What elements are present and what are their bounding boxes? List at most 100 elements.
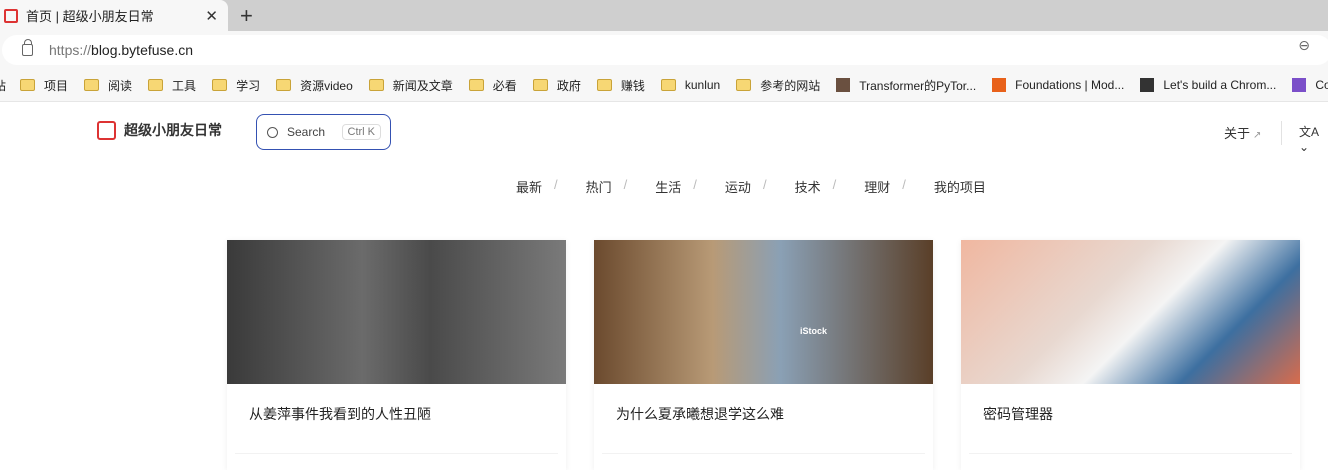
bookmark-label: kunlun (684, 78, 721, 92)
folder-icon (84, 79, 100, 91)
nav-item[interactable]: 运动 (725, 177, 751, 196)
bookmark-overflow[interactable]: 站 (0, 77, 6, 94)
bookmark-item[interactable]: 参考的网站 (736, 77, 820, 94)
post-title[interactable]: 从姜萍事件我看到的人性丑陋 (249, 404, 431, 424)
site-favicon-icon (4, 8, 18, 23)
post-cover-image[interactable] (961, 240, 1300, 384)
bookmark-item[interactable]: 资源video (276, 77, 353, 94)
bookmark-label: 工具 (172, 78, 197, 93)
tab-title: 首页 | 超级小朋友日常 (26, 9, 154, 24)
external-link-icon: ↗ (1253, 130, 1262, 141)
bookmark-item[interactable]: 项目 (20, 77, 68, 94)
folder-icon (276, 79, 292, 91)
bookmark-favicon-icon (1292, 78, 1307, 92)
bookmark-label: 政府 (556, 78, 581, 93)
post-card[interactable]: 从姜萍事件我看到的人性丑陋 (227, 240, 566, 470)
folder-icon (660, 79, 676, 91)
nav-item[interactable]: 理财 (864, 177, 890, 196)
url-host: blog.bytefuse.cn (91, 42, 193, 58)
folder-icon (468, 79, 484, 91)
nav-separator: / (554, 177, 558, 192)
nav-separator: / (762, 177, 767, 192)
active-tab[interactable]: 首页 | 超级小朋友日常 ✕ (0, 0, 228, 31)
post-cover-image[interactable]: iStock (594, 240, 933, 384)
address-bar: https://blog.bytefuse.cn ⊖ (0, 31, 1328, 69)
bookmark-label: Transformer的PyTor... (859, 78, 977, 93)
tab-bar: 首页 | 超级小朋友日常 ✕ + (0, 0, 1328, 31)
url-text[interactable]: https://blog.bytefuse.cn (49, 42, 193, 58)
about-link[interactable]: 关于 ↗ (1224, 123, 1261, 142)
url-input[interactable]: https://blog.bytefuse.cn (2, 35, 1328, 65)
bookmark-favicon-icon (992, 78, 1007, 92)
folder-icon (20, 79, 36, 91)
nav-item[interactable]: 热门 (586, 177, 612, 196)
bookmark-item[interactable]: 工具 (148, 77, 196, 94)
nav-item[interactable]: 技术 (795, 177, 821, 196)
zoom-icon[interactable]: ⊖ (1298, 37, 1310, 54)
nav-separator: / (832, 177, 837, 192)
logo-icon (97, 120, 116, 140)
post-card[interactable]: iStock 为什么夏承曦想退学这么难 (594, 240, 933, 470)
bookmark-label: 项目 (44, 78, 69, 93)
bookmark-item[interactable]: 阅读 (84, 77, 132, 94)
url-scheme: https:// (49, 42, 92, 58)
bookmark-item[interactable]: 赚钱 (596, 77, 645, 94)
bookmark-item[interactable]: 必看 (468, 77, 517, 94)
bookmark-label: 新闻及文章 (392, 78, 453, 93)
post-cover-image[interactable] (227, 240, 566, 384)
bookmark-favicon-icon (836, 78, 851, 92)
bookmark-label: 赚钱 (620, 78, 645, 93)
site-header: 超级小朋友日常 Search Ctrl K 关于 ↗ 文A ⌄ (0, 103, 1328, 163)
nav-separator: / (902, 177, 906, 192)
folder-icon (736, 79, 752, 91)
close-tab-icon[interactable]: ✕ (205, 7, 218, 25)
bookmarks-bar: 站 项目 阅读 工具 学习 资源video 新闻及文章 必看 政府 赚钱 kunlun 参考的网站 Tr… (0, 69, 1328, 102)
bookmark-label: Let's build a Chrom... (1163, 78, 1277, 92)
category-nav: 最新 / 热门 / 生活 / 运动 / 技术 / 理财 / 我的项目 (516, 177, 998, 196)
bookmark-label: 必看 (492, 78, 517, 93)
image-watermark: iStock (800, 326, 828, 336)
bookmark-item[interactable]: 学习 (212, 77, 260, 94)
nav-item[interactable]: 最新 (516, 177, 542, 196)
bookmark-label: 参考的网站 (760, 78, 821, 93)
post-title[interactable]: 为什么夏承曦想退学这么难 (616, 404, 784, 424)
bookmark-item[interactable]: Co (1292, 78, 1328, 92)
bookmark-item[interactable]: Let's build a Chrom... (1140, 78, 1276, 92)
site-logo[interactable]: 超级小朋友日常 (97, 120, 222, 140)
lock-icon[interactable] (22, 39, 33, 56)
nav-item[interactable]: 我的项目 (934, 177, 986, 196)
folder-icon (148, 79, 164, 91)
nav-separator: / (623, 177, 628, 192)
bookmark-label: 阅读 (108, 78, 133, 93)
about-label: 关于 (1224, 126, 1251, 141)
divider (1281, 121, 1282, 145)
divider (235, 453, 558, 454)
language-switcher-icon[interactable]: 文A ⌄ (1299, 123, 1328, 154)
site-title: 超级小朋友日常 (124, 122, 222, 138)
search-label: Search (287, 125, 326, 139)
divider (969, 453, 1292, 454)
folder-icon (596, 79, 612, 91)
new-tab-button[interactable]: + (240, 3, 253, 29)
search-icon (267, 126, 278, 138)
bookmark-label: Foundations | Mod... (1015, 78, 1125, 92)
post-card[interactable]: 密码管理器 (961, 240, 1300, 470)
nav-separator: / (693, 177, 697, 192)
folder-icon (532, 79, 548, 91)
bookmark-item[interactable]: Foundations | Mod... (992, 78, 1124, 92)
bookmark-item[interactable]: Transformer的PyTor... (836, 77, 976, 94)
search-shortcut: Ctrl K (341, 124, 381, 140)
folder-icon (368, 79, 384, 91)
bookmark-item[interactable]: 政府 (532, 77, 581, 94)
post-title[interactable]: 密码管理器 (983, 404, 1053, 424)
bookmark-favicon-icon (1140, 78, 1155, 92)
bookmark-label: Co (1315, 78, 1328, 92)
bookmark-item[interactable]: kunlun (660, 78, 721, 92)
bookmark-label: 学习 (236, 78, 261, 93)
bookmark-label: 资源video (300, 78, 353, 93)
folder-icon (212, 79, 228, 91)
search-button[interactable]: Search Ctrl K (256, 114, 391, 150)
bookmark-item[interactable]: 新闻及文章 (368, 77, 453, 94)
nav-item[interactable]: 生活 (655, 177, 681, 196)
divider (602, 453, 925, 454)
